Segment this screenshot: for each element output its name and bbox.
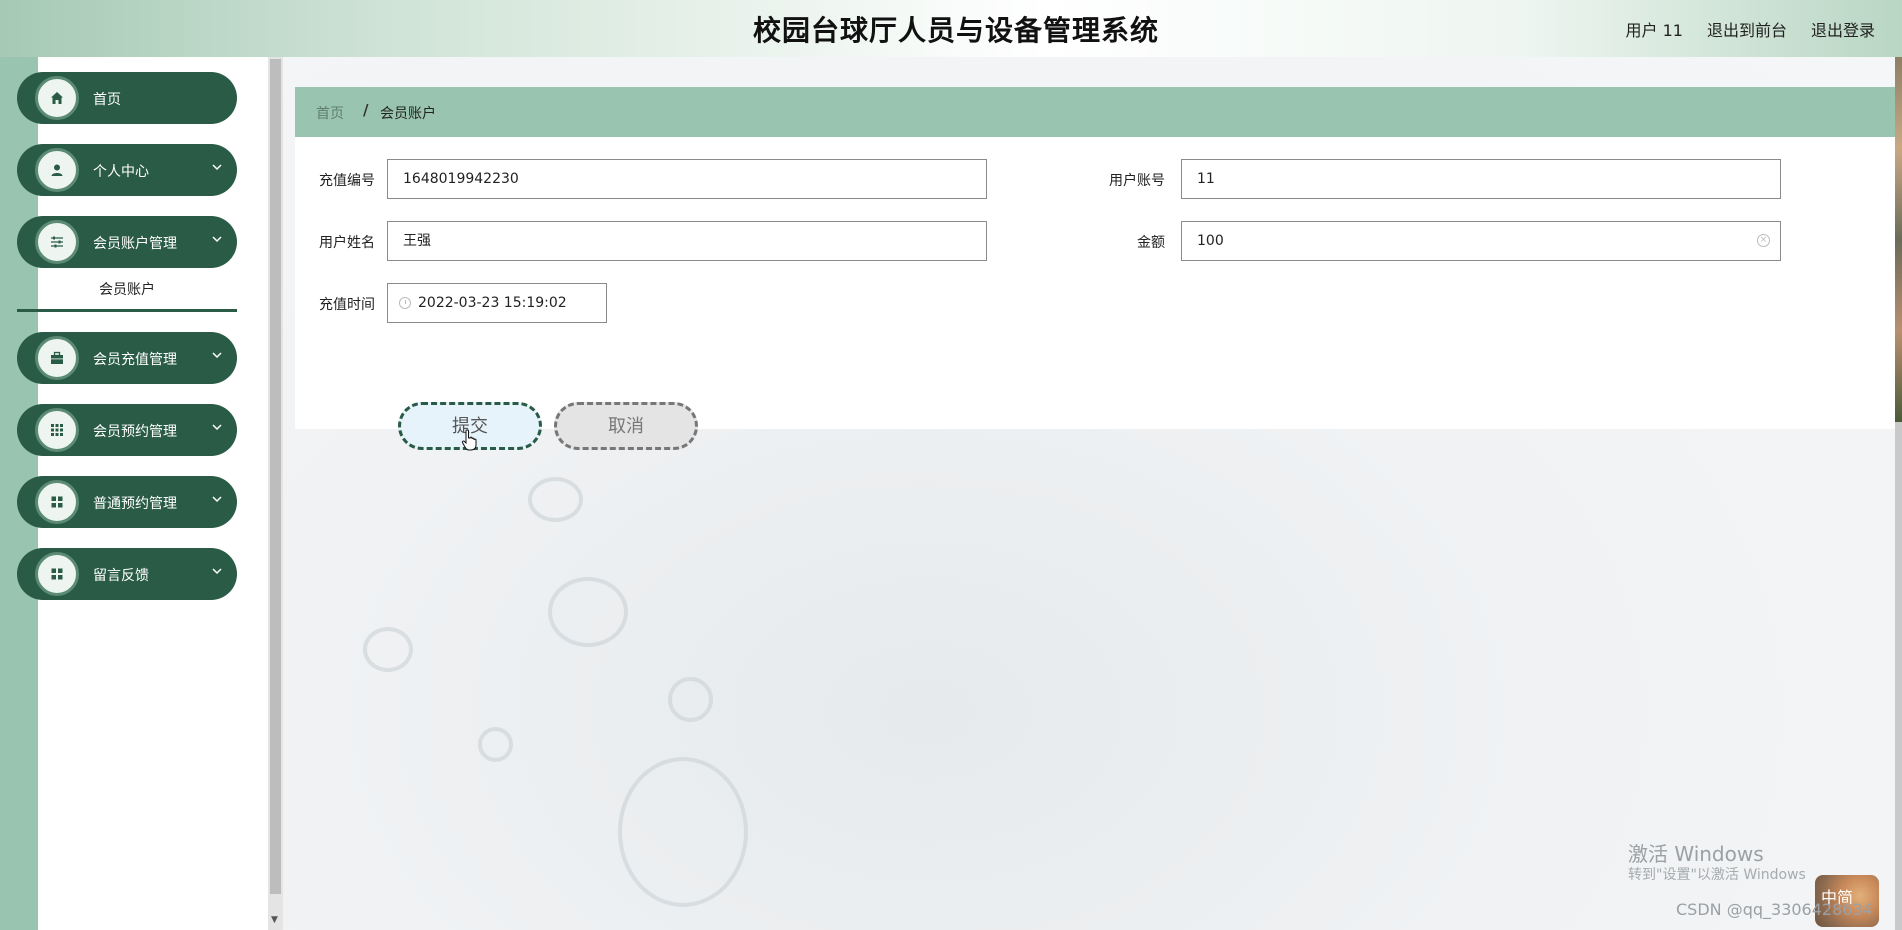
sidebar-item-regular-booking-mgmt[interactable]: 普通预约管理: [17, 476, 237, 528]
breadcrumb-home-link[interactable]: 首页: [316, 103, 344, 123]
chevron-down-icon: [212, 352, 222, 359]
chevron-down-icon: [212, 236, 222, 243]
windows-activation-hint: 转到"设置"以激活 Windows: [1628, 867, 1806, 883]
amount-input[interactable]: 100 ×: [1181, 221, 1781, 261]
main-content: 首页 / 会员账户 充值编号 1648019942230 用户账号 11 用户姓…: [283, 57, 1895, 930]
cancel-button[interactable]: 取消: [554, 402, 698, 450]
sidebar-item-feedback[interactable]: 留言反馈: [17, 548, 237, 600]
sidebar-item-personal-center[interactable]: 个人中心: [17, 144, 237, 196]
amount-value: 100: [1197, 233, 1224, 249]
scroll-down-arrow-icon[interactable]: ▼: [271, 915, 278, 925]
exit-to-front-link[interactable]: 退出到前台: [1707, 17, 1787, 41]
recharge-time-value: 2022-03-23 15:19:02: [418, 295, 567, 311]
grid-icon: [35, 408, 79, 452]
chevron-down-icon: [212, 424, 222, 431]
breadcrumb-separator: /: [363, 101, 369, 119]
water-drop-decoration: [528, 477, 583, 522]
page-scrollbar-thumb[interactable]: [1895, 57, 1902, 422]
sidebar-item-label: 会员账户管理: [93, 236, 177, 252]
sidebar-item-member-booking-mgmt[interactable]: 会员预约管理: [17, 404, 237, 456]
grid-icon: [35, 552, 79, 596]
current-user-link[interactable]: 用户 11: [1626, 17, 1683, 41]
user-name-label: 用户姓名: [319, 235, 375, 251]
briefcase-icon: [35, 336, 79, 380]
clear-icon[interactable]: ×: [1757, 234, 1770, 247]
sidebar-item-home[interactable]: 首页: [17, 72, 237, 124]
water-drop-decoration: [363, 627, 413, 672]
csdn-watermark: CSDN @qq_3306428634: [1676, 900, 1873, 919]
header-links: 用户 11 退出到前台 退出登录: [1626, 17, 1875, 41]
clock-icon: [399, 297, 411, 309]
chevron-down-icon: [212, 496, 222, 503]
grid-icon: [35, 480, 79, 524]
breadcrumb-current: 会员账户: [380, 106, 436, 122]
windows-activation-title: 激活 Windows: [1628, 842, 1764, 866]
recharge-no-label: 充值编号: [319, 173, 375, 189]
logout-link[interactable]: 退出登录: [1811, 17, 1875, 41]
sidebar-item-label: 个人中心: [93, 164, 149, 180]
home-icon: [35, 76, 79, 120]
user-account-input[interactable]: 11: [1181, 159, 1781, 199]
water-drop-decoration: [618, 757, 748, 907]
user-icon: [35, 148, 79, 192]
user-account-label: 用户账号: [1109, 173, 1165, 189]
sidebar-item-label: 会员预约管理: [93, 424, 177, 440]
recharge-time-picker[interactable]: 2022-03-23 15:19:02: [387, 283, 607, 323]
app-title: 校园台球厅人员与设备管理系统: [752, 14, 1159, 47]
sidebar-item-label: 首页: [93, 92, 121, 108]
page-scrollbar[interactable]: [1895, 57, 1902, 930]
water-drop-decoration: [668, 677, 713, 722]
sidebar-item-label: 普通预约管理: [93, 496, 177, 512]
amount-label: 金额: [1137, 235, 1165, 251]
hand-cursor-icon: [461, 429, 477, 451]
sidebar-item-label: 留言反馈: [93, 568, 149, 584]
recharge-no-input[interactable]: 1648019942230: [387, 159, 987, 199]
sliders-icon: [35, 220, 79, 264]
sidebar-item-member-recharge-mgmt[interactable]: 会员充值管理: [17, 332, 237, 384]
breadcrumb: 首页 / 会员账户: [295, 87, 1895, 137]
sidebar-subitem-member-account[interactable]: 会员账户: [17, 275, 237, 312]
chevron-down-icon: [212, 568, 222, 575]
sidebar-scrollbar[interactable]: ▼: [268, 57, 283, 930]
user-name-input[interactable]: 王强: [387, 221, 987, 261]
member-account-form: 充值编号 1648019942230 用户账号 11 用户姓名 王强 金额 10…: [295, 137, 1895, 451]
top-header: 校园台球厅人员与设备管理系统 用户 11 退出到前台 退出登录: [0, 0, 1902, 57]
chevron-down-icon: [212, 164, 222, 171]
sidebar-item-label: 会员充值管理: [93, 352, 177, 368]
water-drop-decoration: [548, 577, 628, 647]
recharge-time-label: 充值时间: [319, 297, 375, 313]
sidebar-item-member-account-mgmt[interactable]: 会员账户管理: [17, 216, 237, 268]
water-drop-decoration: [478, 727, 513, 762]
sidebar-scrollbar-thumb[interactable]: [270, 59, 281, 894]
